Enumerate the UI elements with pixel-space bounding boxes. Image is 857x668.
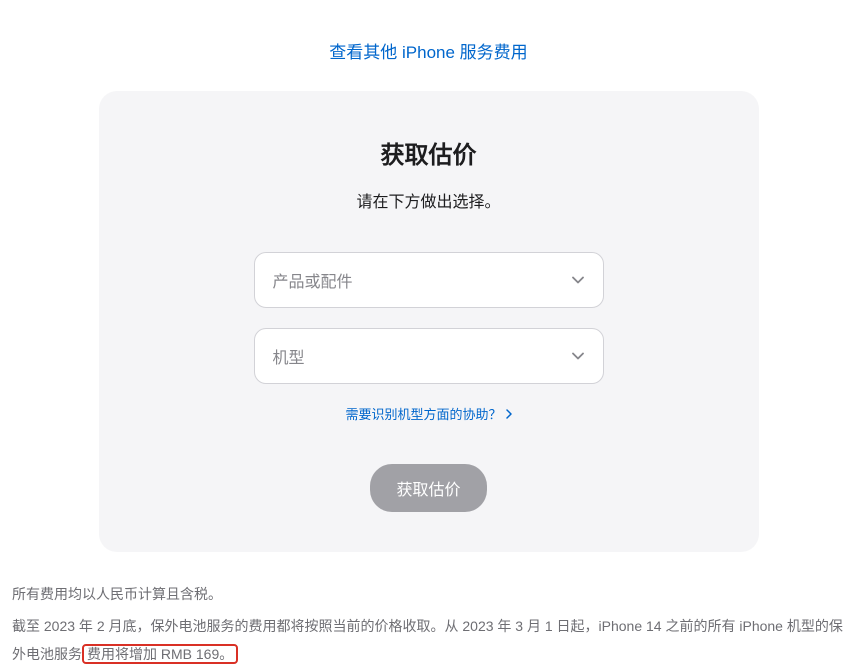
product-select-wrapper: 产品或配件 [254,252,604,308]
footer-line1: 所有费用均以人民币计算且含税。 [12,580,845,608]
model-select[interactable]: 机型 [254,328,604,384]
card-subtitle: 请在下方做出选择。 [139,188,719,212]
chevron-right-icon [506,409,512,419]
model-select-placeholder: 机型 [273,344,305,368]
help-link-label: 需要识别机型方面的协助？ [345,404,501,423]
chevron-down-icon [571,349,585,363]
product-select-placeholder: 产品或配件 [273,268,353,292]
card-title: 获取估价 [139,135,719,170]
other-services-link[interactable]: 查看其他 iPhone 服务费用 [329,43,527,62]
footer-text: 所有费用均以人民币计算且含税。 截至 2023 年 2 月底，保外电池服务的费用… [0,552,857,668]
top-link-container: 查看其他 iPhone 服务费用 [0,0,857,91]
product-select[interactable]: 产品或配件 [254,252,604,308]
help-link-container: 需要识别机型方面的协助？ [139,404,719,424]
price-increase-highlight: 费用将增加 RMB 169。 [82,644,238,664]
chevron-down-icon [571,273,585,287]
model-select-wrapper: 机型 [254,328,604,384]
identify-model-help-link[interactable]: 需要识别机型方面的协助？ [345,404,511,423]
footer-line2: 截至 2023 年 2 月底，保外电池服务的费用都将按照当前的价格收取。从 20… [12,612,845,668]
estimate-card: 获取估价 请在下方做出选择。 产品或配件 机型 需要识别机型方面的协助？ [99,91,759,552]
get-estimate-button[interactable]: 获取估价 [370,464,486,512]
